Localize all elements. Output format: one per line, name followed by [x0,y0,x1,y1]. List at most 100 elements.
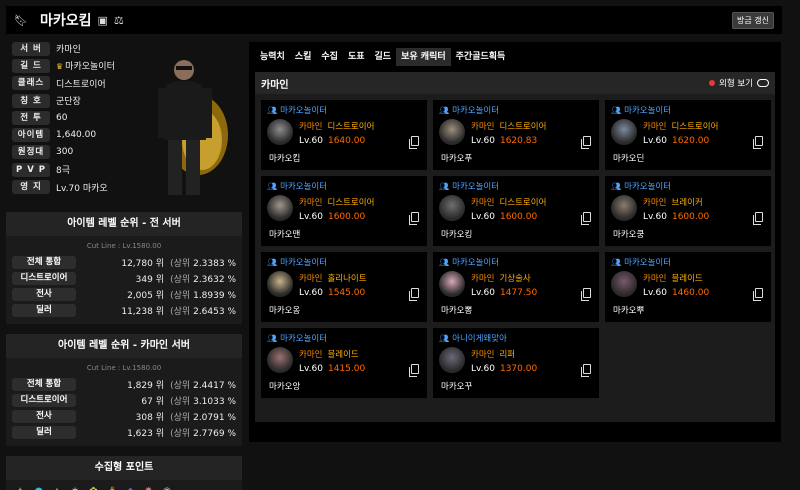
profile-value: 60 [56,113,67,123]
world-tree-icon[interactable]: ◆ [127,486,135,490]
copy-icon[interactable] [409,212,419,225]
ignea-icon[interactable]: ✹ [144,486,152,490]
item-level: 1600.00 [327,212,366,222]
crown-icon: ♛ [56,62,64,72]
rank-percent: (상위 2.6453 % [164,304,236,317]
copy-icon[interactable] [753,212,763,225]
character-card[interactable]: 👥︎ 마카오놀이터 카마인 기상술사 Lv.60 1477.50 마카오뽕 [433,252,599,322]
item-level: 1620.83 [499,136,538,146]
copy-icon[interactable] [409,288,419,301]
appearance-toggle[interactable]: 외형 보기 [709,77,769,89]
profile-label: 영 지 [12,180,50,195]
copy-icon[interactable] [409,364,419,377]
rank-label: 딜러 [12,303,76,317]
copy-icon[interactable] [581,136,591,149]
rank-row: 전체 통합 12,780 위 (상위 2.3383 % [6,254,242,270]
copy-icon[interactable] [753,288,763,301]
profile-value-text: 군단장 [56,97,81,108]
character-grid: 👥︎ 마카오놀이터 카마인 디스트로이어 Lv.60 1640.00 마카오킴 👥︎ 마카오놀이… [259,100,771,398]
character-card[interactable]: 👥︎ 마카오놀이터 카마인 블레이드 Lv.60 1460.00 마카오뿌 [605,252,771,322]
profile-label: P V P [12,162,50,177]
rank-row: 디스트로이어 67 위 (상위 3.1033 % [6,392,242,408]
server-name: 카마인 [471,274,495,284]
rank-value: 1,623 위 [127,428,164,439]
char-level: Lv.60 [471,364,495,374]
tab-6[interactable]: 주간골드획득 [451,48,511,66]
character-name: 마카오딘 [613,154,645,164]
tab-5[interactable]: 보유 캐릭터 [396,48,451,66]
level-line: Lv.60 1415.00 [299,364,365,374]
copy-icon[interactable] [581,212,591,225]
character-name: 마카오맨 [269,230,301,240]
upper-label: (상위 [170,396,191,407]
toggle-switch-icon[interactable] [757,79,769,87]
copy-icon[interactable] [409,136,419,149]
profile-value: Lv.70 마카오 [56,181,108,194]
scale-icon[interactable]: ⚖ [114,14,124,27]
guild-line: 👥︎ 마카오놀이터 [439,256,593,269]
char-level: Lv.60 [299,364,323,374]
guild-members-icon: 👥︎ [439,105,450,115]
mokoko-icon[interactable]: ✿ [89,486,97,490]
profile-label: 원정대 [12,145,50,160]
class-name: 블레이드 [327,350,359,360]
character-avatar [267,271,293,297]
level-line: Lv.60 1620.00 [643,136,709,146]
rank-row: 전체 통합 1,829 위 (상위 2.4417 % [6,376,242,392]
character-card[interactable]: 👥︎ 마카오놀이터 카마인 디스트로이어 Lv.60 1600.00 마카오맨 [261,176,427,246]
character-card[interactable]: 👥︎ 마카오놀이터 카마인 디스트로이어 Lv.60 1600.00 마카오킹 [433,176,599,246]
tab-2[interactable]: 수집 [316,48,343,66]
tab-bar: 능력치 스킬 수집 도표 길드 보유 캐릭터 주간골드획득 [255,48,775,66]
guild-name: 마카오놀이터 [280,182,328,192]
character-card[interactable]: 👥︎ 아니이게왜맞아 카마인 리퍼 Lv.60 1370.00 마카오꾸 [433,328,599,398]
guild-name: 마카오놀이터 [452,182,500,192]
copy-icon[interactable] [581,364,591,377]
tab-1[interactable]: 스킬 [290,48,317,66]
tab-4[interactable]: 길드 [370,48,397,66]
rank-percent: (상위 2.0791 % [164,410,236,423]
copy-icon[interactable] [753,136,763,149]
id-card-icon[interactable]: ▣ [98,14,108,27]
voyage-icon[interactable]: ⚓ [108,486,117,490]
character-card[interactable]: 👥︎ 마카오놀이터 카마인 디스트로이어 Lv.60 1620.83 마카오푸 [433,100,599,170]
rank-percent-value: 2.3632 % [193,274,236,285]
eternal-icon[interactable]: ◉ [163,486,172,490]
art-icon[interactable]: ✶ [71,486,79,490]
guild-members-icon: 👥︎ [267,257,278,267]
class-name: 기상술사 [499,274,531,284]
server-class-line: 카마인 디스트로이어 [471,120,546,132]
class-name: 디스트로이어 [327,122,375,132]
tab-0[interactable]: 능력치 [255,48,290,66]
profile-value: 디스트로이어 [56,77,106,90]
rank-percent-value: 2.6453 % [193,306,236,317]
guild-line: 👥︎ 마카오놀이터 [611,104,765,117]
rank-value: 11,238 위 [121,306,164,317]
upper-label: (상위 [170,290,191,301]
server-header: 카마인 외형 보기 [255,72,775,94]
rank-row: 딜러 1,623 위 (상위 2.7769 % [6,424,242,440]
guild-name: 마카오놀이터 [624,106,672,116]
rank-percent-value: 2.3383 % [193,258,236,269]
guild-name: 마카오놀이터 [452,258,500,268]
character-avatar [439,271,465,297]
server-class-line: 카마인 기상술사 [471,272,531,284]
bookmark-icon[interactable]: 🔖︎ [14,14,28,27]
profile-label: 칭 호 [12,93,50,108]
character-card[interactable]: 👥︎ 마카오놀이터 카마인 홀리나이트 Lv.60 1545.00 마카오옹 [261,252,427,322]
char-level: Lv.60 [643,136,667,146]
tab-3[interactable]: 도표 [343,48,370,66]
upper-label: (상위 [170,306,191,317]
refresh-button[interactable]: 방금 갱신 [732,11,774,29]
profile-label: 클래스 [12,76,50,91]
profile-value: 8극 [56,163,70,176]
orpheus-star-icon[interactable]: ● [34,486,43,490]
character-card[interactable]: 👥︎ 마카오놀이터 카마인 디스트로이어 Lv.60 1620.00 마카오딘 [605,100,771,170]
giant-heart-icon[interactable]: ▲ [53,486,61,490]
level-line: Lv.60 1370.00 [471,364,537,374]
server-name: 카마인 [643,198,667,208]
character-card[interactable]: 👥︎ 마카오놀이터 카마인 블레이드 Lv.60 1415.00 마카오앙 [261,328,427,398]
character-card[interactable]: 👥︎ 마카오놀이터 카마인 브레이커 Lv.60 1600.00 마카오쿵 [605,176,771,246]
character-card[interactable]: 👥︎ 마카오놀이터 카마인 디스트로이어 Lv.60 1640.00 마카오킴 [261,100,427,170]
copy-icon[interactable] [581,288,591,301]
island-heart-icon[interactable]: ✦ [16,486,24,490]
